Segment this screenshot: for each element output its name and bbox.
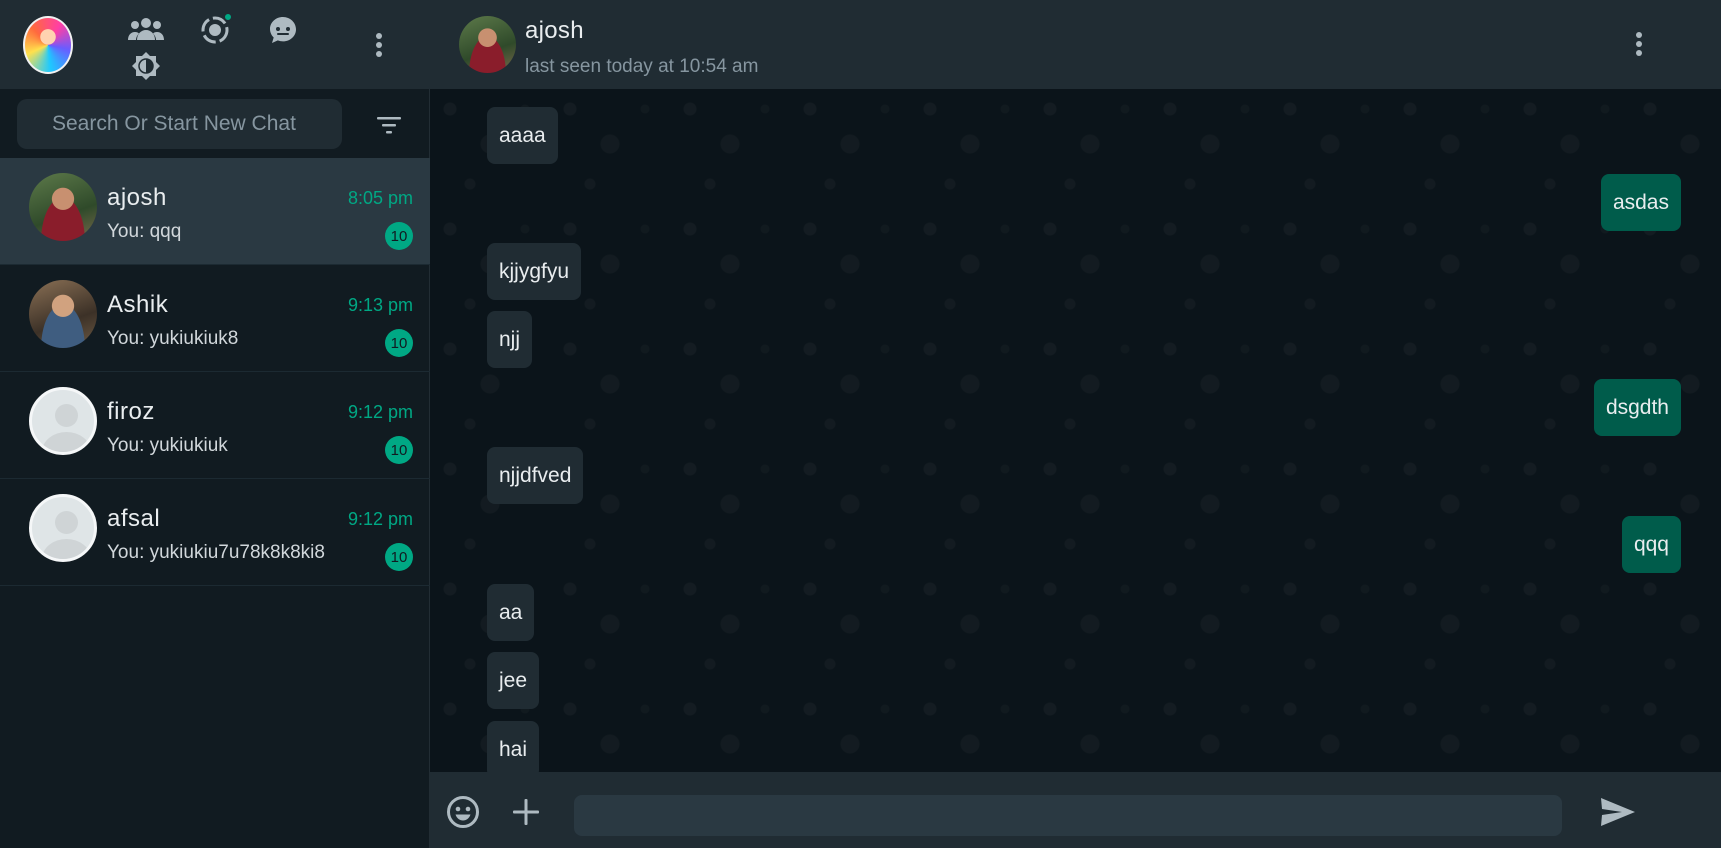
message-area: aaaa asdas kjjygfyu njj dsgdth njjdfved … — [430, 89, 1721, 772]
incoming-message: kjjygfyu — [487, 243, 582, 300]
chat-last-message: You: yukiukiuk — [107, 435, 228, 456]
emoji-icon[interactable] — [445, 794, 481, 830]
incoming-message: aa — [487, 584, 535, 641]
contact-last-seen: last seen today at 10:54 am — [525, 56, 759, 77]
outgoing-message: asdas — [1600, 174, 1681, 231]
message-composer — [430, 772, 1721, 848]
unread-badge: 10 — [385, 436, 413, 464]
attach-plus-icon[interactable] — [508, 794, 544, 830]
search-input[interactable] — [17, 99, 342, 149]
status-icon[interactable] — [199, 12, 233, 46]
chat-header: ajosh last seen today at 10:54 am — [430, 0, 1721, 89]
chat-list: ajosh 8:05 pm You: qqq 10 Ashik 9:13 pm … — [0, 158, 430, 586]
unread-badge: 10 — [385, 543, 413, 571]
community-icon[interactable] — [128, 14, 164, 44]
avatar — [29, 173, 97, 241]
avatar — [29, 280, 97, 348]
chat-last-message: You: yukiukiu7u78k8k8ki8 — [107, 542, 325, 563]
chat-list-item[interactable]: afsal 9:12 pm You: yukiukiu7u78k8k8ki8 1… — [0, 479, 430, 586]
chat-last-message: You: yukiukiuk8 — [107, 328, 239, 349]
sidebar: ajosh 8:05 pm You: qqq 10 Ashik 9:13 pm … — [0, 0, 430, 848]
menu-dots-icon[interactable] — [373, 30, 385, 60]
send-icon[interactable] — [1598, 794, 1638, 830]
incoming-message: hai — [487, 721, 540, 772]
chat-last-message: You: qqq — [107, 221, 182, 242]
contact-name[interactable]: ajosh — [525, 17, 584, 45]
chat-name: afsal — [107, 505, 161, 532]
theme-toggle-icon[interactable] — [130, 50, 162, 82]
default-avatar — [29, 387, 97, 455]
message-input[interactable] — [574, 795, 1562, 836]
chat-name: firoz — [107, 398, 155, 425]
incoming-message: aaaa — [487, 107, 558, 164]
default-avatar — [29, 494, 97, 562]
chat-time: 9:12 pm — [347, 509, 413, 529]
chat-name: ajosh — [107, 184, 167, 211]
unread-badge: 10 — [385, 329, 413, 357]
status-unread-dot — [223, 12, 233, 22]
chat-time: 8:05 pm — [347, 188, 413, 208]
incoming-message: njj — [487, 311, 533, 368]
outgoing-message: dsgdth — [1593, 379, 1681, 436]
my-profile-avatar[interactable] — [23, 16, 73, 74]
chat-name: Ashik — [107, 291, 169, 318]
channels-icon[interactable] — [267, 14, 299, 46]
chat-list-item[interactable]: Ashik 9:13 pm You: yukiukiuk8 10 — [0, 265, 430, 372]
unread-badge: 10 — [385, 222, 413, 250]
incoming-message: jee — [487, 652, 540, 709]
chat-time: 9:12 pm — [347, 402, 413, 422]
chat-panel: ajosh last seen today at 10:54 am aaaa a… — [430, 0, 1721, 848]
filter-icon[interactable] — [376, 114, 402, 136]
incoming-message: njjdfved — [487, 447, 584, 504]
sidebar-header — [0, 0, 430, 89]
chat-time: 9:13 pm — [347, 295, 413, 315]
outgoing-message: qqq — [1621, 516, 1681, 573]
search-box[interactable] — [17, 99, 342, 149]
contact-avatar[interactable] — [459, 16, 516, 73]
chat-list-item[interactable]: firoz 9:12 pm You: yukiukiuk 10 — [0, 372, 430, 479]
chat-list-item[interactable]: ajosh 8:05 pm You: qqq 10 — [0, 158, 430, 265]
chat-menu-dots-icon[interactable] — [1634, 29, 1644, 59]
